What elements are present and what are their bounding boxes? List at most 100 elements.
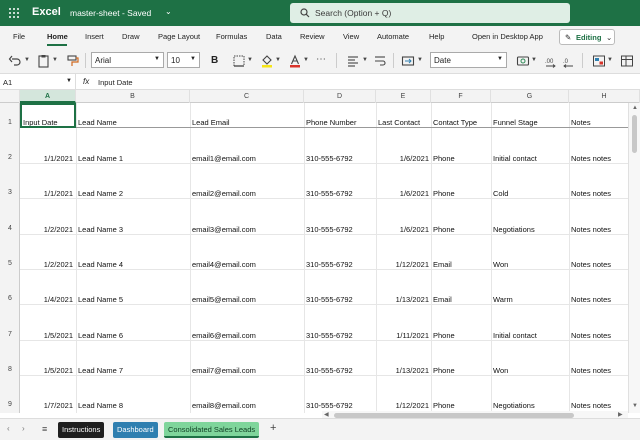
name-box[interactable]: A1 ▼	[0, 74, 76, 90]
function-icon[interactable]: fx	[83, 77, 89, 86]
cell-input-date[interactable]: 1/7/2021	[20, 401, 73, 410]
cell-contact-type[interactable]: Email	[433, 260, 452, 269]
cell-input-date[interactable]: 1/1/2021	[20, 189, 73, 198]
increase-decimal-icon[interactable]: .00	[544, 54, 558, 68]
cell-lead-email[interactable]: email2@email.com	[192, 189, 256, 198]
column-header-e[interactable]: E	[376, 90, 431, 103]
cell-lead-email[interactable]: email6@email.com	[192, 331, 256, 340]
vertical-scrollbar[interactable]: ▲ ▼	[628, 103, 640, 413]
column-header-a[interactable]: A	[20, 90, 76, 103]
tab-help[interactable]: Help	[429, 32, 444, 41]
scroll-up-icon[interactable]: ▲	[632, 105, 638, 111]
all-sheets-menu-icon[interactable]: ≡	[42, 424, 47, 434]
cell-d1[interactable]: Phone Number	[306, 118, 356, 127]
borders-icon[interactable]	[232, 54, 246, 68]
cell-phone-number[interactable]: 310-555-6792	[306, 331, 353, 340]
cell-lead-name[interactable]: Lead Name 8	[78, 401, 123, 410]
cell-lead-name[interactable]: Lead Name 4	[78, 260, 123, 269]
chevron-down-icon[interactable]: ▼	[362, 57, 368, 63]
previous-sheet-icon[interactable]: ‹	[7, 424, 10, 433]
cell-lead-name[interactable]: Lead Name 7	[78, 366, 123, 375]
chevron-down-icon[interactable]: ▼	[275, 57, 281, 63]
cell-lead-email[interactable]: email1@email.com	[192, 154, 256, 163]
document-title[interactable]: master-sheet - Saved	[70, 8, 151, 18]
cell-lead-email[interactable]: email7@email.com	[192, 366, 256, 375]
number-format-select[interactable]: Date ▼	[430, 52, 507, 68]
format-painter-icon[interactable]	[66, 54, 80, 68]
cell-contact-type[interactable]: Email	[433, 295, 452, 304]
tab-formulas[interactable]: Formulas	[216, 32, 247, 41]
cell-funnel-stage[interactable]: Negotiations	[493, 225, 535, 234]
cell-h1[interactable]: Notes	[571, 118, 591, 127]
cell-last-contact[interactable]: 1/6/2021	[376, 154, 429, 163]
cell-e1[interactable]: Last Contact	[378, 118, 420, 127]
cell-input-date[interactable]: 1/2/2021	[20, 260, 73, 269]
merge-cells-icon[interactable]	[401, 54, 415, 68]
cell-notes[interactable]: Notes notes	[571, 401, 611, 410]
tab-draw[interactable]: Draw	[122, 32, 140, 41]
tab-insert[interactable]: Insert	[85, 32, 104, 41]
search-input[interactable]: Search (Option + Q)	[290, 3, 570, 23]
cell-input-date[interactable]: 1/4/2021	[20, 295, 73, 304]
scrollbar-thumb[interactable]	[632, 115, 637, 153]
cell-contact-type[interactable]: Phone	[433, 401, 455, 410]
cell-notes[interactable]: Notes notes	[571, 260, 611, 269]
chevron-down-icon[interactable]: ▼	[607, 57, 613, 63]
cell-lead-name[interactable]: Lead Name 6	[78, 331, 123, 340]
cell-phone-number[interactable]: 310-555-6792	[306, 225, 353, 234]
row-header-3[interactable]: 3	[0, 189, 20, 196]
cell-contact-type[interactable]: Phone	[433, 225, 455, 234]
cell-contact-type[interactable]: Phone	[433, 189, 455, 198]
cell-phone-number[interactable]: 310-555-6792	[306, 366, 353, 375]
bold-button[interactable]: B	[211, 55, 218, 66]
cell-last-contact[interactable]: 1/13/2021	[376, 366, 429, 375]
chevron-down-icon[interactable]: ▼	[247, 57, 253, 63]
row-header-6[interactable]: 6	[0, 295, 20, 302]
cell-lead-name[interactable]: Lead Name 3	[78, 225, 123, 234]
open-desktop-app-button[interactable]: Open in Desktop App	[472, 32, 543, 41]
chevron-down-icon[interactable]: ▼	[303, 57, 309, 63]
cell-phone-number[interactable]: 310-555-6792	[306, 154, 353, 163]
tab-automate[interactable]: Automate	[377, 32, 409, 41]
row-header-2[interactable]: 2	[0, 154, 20, 161]
wrap-text-icon[interactable]	[373, 54, 387, 68]
sheet-tab-consolidated-sales-leads[interactable]: Consolidated Sales Leads	[164, 422, 260, 438]
font-color-icon[interactable]	[288, 54, 302, 68]
conditional-formatting-icon[interactable]	[592, 54, 606, 68]
cell-notes[interactable]: Notes notes	[571, 366, 611, 375]
tab-review[interactable]: Review	[300, 32, 325, 41]
cell-last-contact[interactable]: 1/11/2021	[376, 331, 429, 340]
cell-notes[interactable]: Notes notes	[571, 295, 611, 304]
scroll-right-icon[interactable]: ▶	[618, 411, 623, 418]
cell-funnel-stage[interactable]: Cold	[493, 189, 508, 198]
cell-last-contact[interactable]: 1/6/2021	[376, 189, 429, 198]
cell-last-contact[interactable]: 1/12/2021	[376, 260, 429, 269]
cell-input-date[interactable]: 1/1/2021	[20, 154, 73, 163]
decrease-decimal-icon[interactable]: .0	[562, 54, 576, 68]
column-header-c[interactable]: C	[190, 90, 304, 103]
accounting-format-icon[interactable]	[516, 54, 530, 68]
chevron-down-icon[interactable]: ▼	[52, 57, 58, 63]
tab-file[interactable]: File	[13, 32, 25, 41]
cell-lead-name[interactable]: Lead Name 2	[78, 189, 123, 198]
fill-color-icon[interactable]	[260, 54, 274, 68]
cell-input-date[interactable]: 1/5/2021	[20, 366, 73, 375]
row-header-5[interactable]: 5	[0, 260, 20, 267]
cell-lead-name[interactable]: Lead Name 1	[78, 154, 123, 163]
cell-contact-type[interactable]: Phone	[433, 366, 455, 375]
next-sheet-icon[interactable]: ›	[22, 424, 25, 433]
app-name[interactable]: Excel	[32, 6, 61, 18]
cell-input-date[interactable]: 1/5/2021	[20, 331, 73, 340]
cell-c1[interactable]: Lead Email	[192, 118, 230, 127]
column-header-b[interactable]: B	[76, 90, 190, 103]
chevron-down-icon[interactable]: ⌄	[165, 7, 172, 16]
cell-funnel-stage[interactable]: Initial contact	[493, 154, 537, 163]
cell-b1[interactable]: Lead Name	[78, 118, 117, 127]
add-sheet-icon[interactable]: +	[270, 422, 276, 434]
tab-data[interactable]: Data	[266, 32, 282, 41]
cell-funnel-stage[interactable]: Negotiations	[493, 401, 535, 410]
row-header-9[interactable]: 9	[0, 401, 20, 408]
cell-lead-email[interactable]: email8@email.com	[192, 401, 256, 410]
cell-input-date[interactable]: 1/2/2021	[20, 225, 73, 234]
font-size-select[interactable]: 10 ▼	[167, 52, 200, 68]
